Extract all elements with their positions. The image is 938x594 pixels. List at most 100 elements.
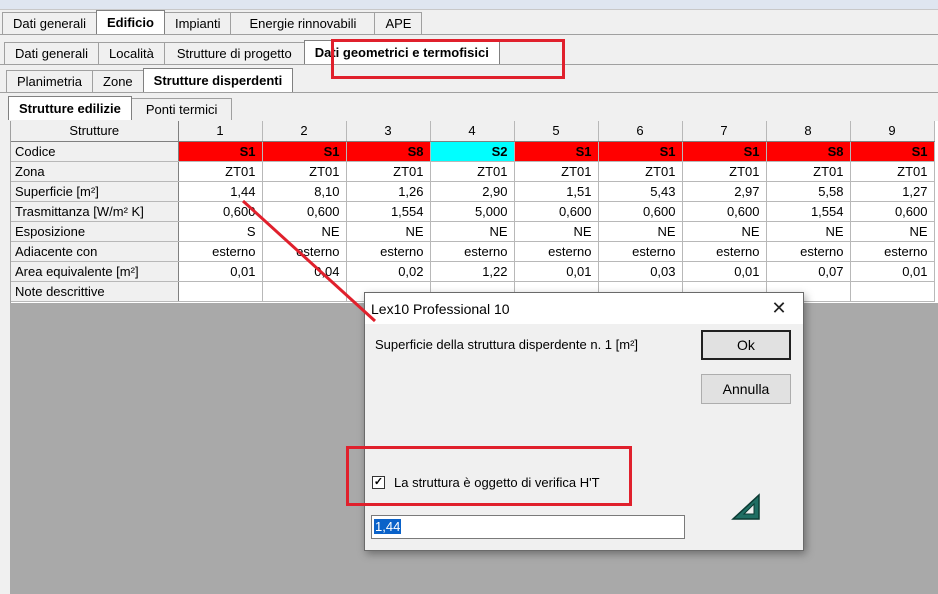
grid-cell[interactable]: esterno (598, 241, 683, 262)
grid-cell[interactable]: 0,07 (766, 261, 851, 282)
grid-cell[interactable]: esterno (178, 241, 263, 262)
grid-cell[interactable]: NE (682, 221, 767, 242)
grid-cell[interactable]: ZT01 (346, 161, 431, 182)
grid-cell[interactable]: 1,22 (430, 261, 515, 282)
grid-column-header[interactable]: 5 (514, 121, 599, 142)
grid-cell[interactable]: 1,51 (514, 181, 599, 202)
set-square-icon (731, 493, 760, 520)
surface-input[interactable]: 1,44 (371, 515, 685, 539)
grid-cell[interactable] (262, 281, 347, 302)
tab-strutture-disperdenti[interactable]: Strutture disperdenti (142, 68, 294, 92)
tab-dati-geometrici[interactable]: Dati geometrici e termofisici (303, 40, 500, 64)
ok-button[interactable]: Ok (701, 330, 791, 360)
grid-cell[interactable]: 1,26 (346, 181, 431, 202)
grid-cell[interactable]: ZT01 (262, 161, 347, 182)
grid-cell[interactable]: 2,97 (682, 181, 767, 202)
tab-impianti[interactable]: Impianti (163, 12, 232, 34)
grid-cell[interactable]: 0,04 (262, 261, 347, 282)
grid-cell[interactable]: ZT01 (178, 161, 263, 182)
grid-cell[interactable]: ZT01 (766, 161, 851, 182)
grid-cell[interactable]: esterno (346, 241, 431, 262)
grid-column-header[interactable]: 7 (682, 121, 767, 142)
grid-cell[interactable]: esterno (262, 241, 347, 262)
tab-strutture-di-progetto[interactable]: Strutture di progetto (163, 42, 305, 64)
grid-cell[interactable]: 1,44 (178, 181, 263, 202)
verification-checkbox-row[interactable]: ✓ La struttura è oggetto di verifica H'T (372, 475, 600, 490)
grid-cell[interactable] (178, 281, 263, 302)
grid-cell[interactable]: 0,600 (682, 201, 767, 222)
tab-strutture-edilizie[interactable]: Strutture edilizie (8, 96, 132, 120)
verification-checkbox[interactable]: ✓ (372, 476, 385, 489)
grid-cell[interactable]: esterno (430, 241, 515, 262)
grid-cell[interactable]: S2 (430, 141, 515, 162)
grid-cell[interactable]: 0,600 (850, 201, 935, 222)
input-dialog: Lex10 Professional 10 ✕ Superficie della… (364, 292, 804, 551)
grid-column-header[interactable]: 9 (850, 121, 935, 142)
grid-cell[interactable]: ZT01 (850, 161, 935, 182)
tab-ape[interactable]: APE (374, 12, 423, 34)
grid-column-header[interactable]: 6 (598, 121, 683, 142)
grid-cell[interactable]: esterno (682, 241, 767, 262)
grid-cell[interactable]: 8,10 (262, 181, 347, 202)
grid-cell[interactable]: 0,03 (598, 261, 683, 282)
grid-cell[interactable]: 0,600 (262, 201, 347, 222)
tab-ponti-termici[interactable]: Ponti termici (130, 98, 233, 120)
grid-cell[interactable]: 0,01 (682, 261, 767, 282)
grid-column-header[interactable]: 4 (430, 121, 515, 142)
tab-dati-generali-2[interactable]: Dati generali (4, 42, 99, 64)
grid-cell[interactable]: esterno (514, 241, 599, 262)
grid-cell[interactable]: S8 (346, 141, 431, 162)
grid-cell[interactable]: S8 (766, 141, 851, 162)
grid-cell[interactable] (850, 281, 935, 302)
grid-cell[interactable]: 0,01 (178, 261, 263, 282)
grid-cell[interactable]: ZT01 (598, 161, 683, 182)
grid-cell[interactable]: esterno (850, 241, 935, 262)
grid-cell[interactable]: 0,600 (514, 201, 599, 222)
grid-cell[interactable]: ZT01 (514, 161, 599, 182)
grid-cell[interactable]: S (178, 221, 263, 242)
tab-dati-generali[interactable]: Dati generali (2, 12, 97, 34)
window-top-strip (0, 0, 938, 10)
grid-cell[interactable]: 0,02 (346, 261, 431, 282)
grid-cell[interactable]: 1,554 (346, 201, 431, 222)
cancel-button[interactable]: Annulla (701, 374, 791, 404)
grid-cell[interactable]: NE (262, 221, 347, 242)
grid-cell[interactable]: 0,01 (850, 261, 935, 282)
grid-cell[interactable]: NE (514, 221, 599, 242)
grid-cell[interactable]: S1 (682, 141, 767, 162)
grid-cell[interactable]: ZT01 (430, 161, 515, 182)
tab-zone[interactable]: Zone (92, 70, 144, 92)
grid-column-header[interactable]: 1 (178, 121, 263, 142)
grid-cell[interactable]: S1 (598, 141, 683, 162)
grid-row: Codice S1 S1 S8 S2 S1 S1 S1 S8 S1 (11, 141, 935, 162)
grid-cell[interactable]: 5,58 (766, 181, 851, 202)
grid-cell[interactable]: NE (346, 221, 431, 242)
grid-cell[interactable]: 2,90 (430, 181, 515, 202)
tab-energie-rinnovabili[interactable]: Energie rinnovabili (230, 12, 376, 34)
grid-cell[interactable]: S1 (262, 141, 347, 162)
grid-column-header[interactable]: 8 (766, 121, 851, 142)
grid-cell[interactable]: esterno (766, 241, 851, 262)
grid-cell[interactable]: 0,600 (178, 201, 263, 222)
grid-cell[interactable]: NE (766, 221, 851, 242)
grid-cell[interactable]: S1 (514, 141, 599, 162)
grid-column-header[interactable]: 3 (346, 121, 431, 142)
grid-cell[interactable]: 1,554 (766, 201, 851, 222)
grid-cell[interactable]: NE (430, 221, 515, 242)
grid-cell[interactable]: 1,27 (850, 181, 935, 202)
grid-cell[interactable]: 5,43 (598, 181, 683, 202)
grid-column-header[interactable]: 2 (262, 121, 347, 142)
grid-cell[interactable]: S1 (178, 141, 263, 162)
tab-localita[interactable]: Località (98, 42, 165, 64)
tab-edificio[interactable]: Edificio (96, 10, 165, 34)
grid-cell[interactable]: ZT01 (682, 161, 767, 182)
grid-cell[interactable]: 0,600 (598, 201, 683, 222)
grid-cell[interactable]: NE (598, 221, 683, 242)
tab-planimetria[interactable]: Planimetria (6, 70, 94, 92)
close-icon[interactable]: ✕ (769, 298, 789, 319)
grid-cell[interactable]: S1 (850, 141, 935, 162)
grid-cell[interactable]: 5,000 (430, 201, 515, 222)
grid-cell[interactable]: NE (850, 221, 935, 242)
dialog-title: Lex10 Professional 10 (371, 300, 510, 317)
grid-cell[interactable]: 0,01 (514, 261, 599, 282)
